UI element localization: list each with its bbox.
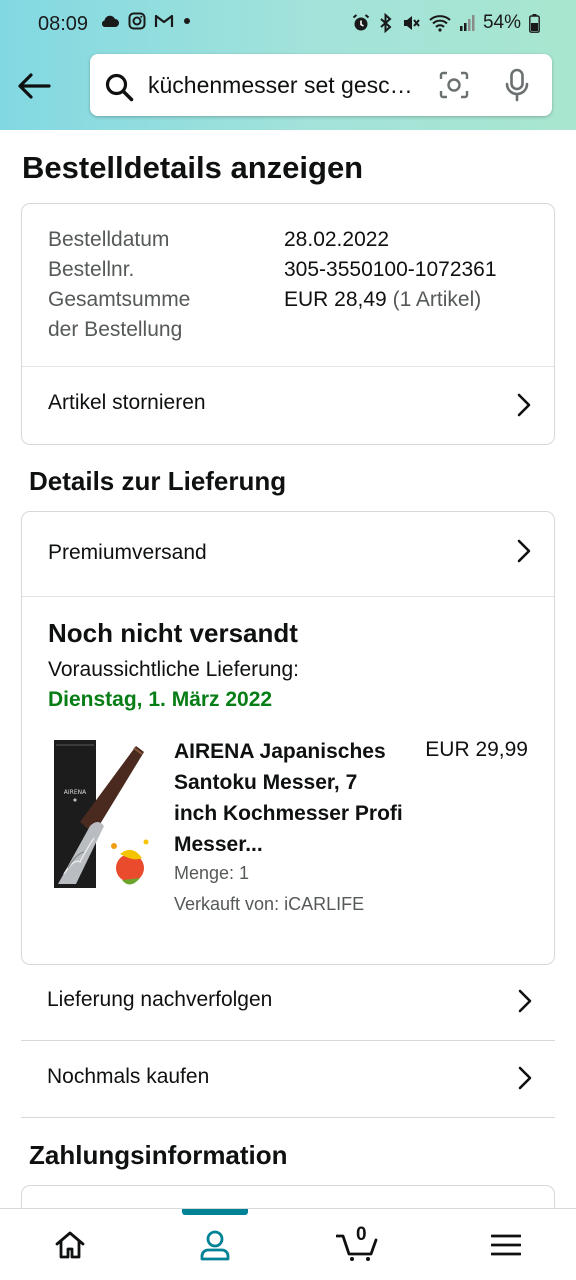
order-number-row: Bestellnr. 305-3550100-1072361 bbox=[48, 255, 497, 285]
order-number-value: 305-3550100-1072361 bbox=[284, 258, 497, 281]
app-header: 08:09 54% küchenmesser set gesc… bbox=[0, 0, 576, 130]
product-image-brand: AIRENA bbox=[64, 789, 87, 796]
bottom-navigation bbox=[0, 1208, 576, 1280]
microphone-icon[interactable] bbox=[504, 68, 530, 102]
chevron-right-icon bbox=[517, 539, 531, 563]
search-bar[interactable]: küchenmesser set gesc… bbox=[90, 54, 552, 116]
system-icons: 54% bbox=[351, 12, 540, 34]
alarm-icon bbox=[352, 14, 370, 31]
order-total-label-line1: Gesamtsumme bbox=[48, 288, 191, 311]
product-title[interactable]: AIRENA Japanisches Santoku Messer, 7 inc… bbox=[174, 736, 406, 860]
cancel-items-link[interactable]: Artikel stornieren bbox=[22, 367, 554, 445]
product-price: EUR 29,99 bbox=[425, 738, 528, 761]
delivery-section-title: Details zur Lieferung bbox=[29, 466, 287, 496]
page-title: Bestelldetails anzeigen bbox=[22, 150, 364, 185]
battery-icon bbox=[529, 13, 540, 33]
nav-home[interactable] bbox=[20, 1209, 120, 1280]
search-input[interactable]: küchenmesser set gesc… bbox=[148, 72, 428, 99]
arrow-left-icon bbox=[18, 73, 51, 99]
product-seller: Verkauft von: iCARLIFE bbox=[174, 894, 365, 914]
home-icon bbox=[55, 1231, 85, 1259]
order-total-value: EUR 28,49 bbox=[284, 288, 387, 311]
buy-again-link[interactable]: Nochmals kaufen bbox=[21, 1041, 555, 1118]
notification-icons bbox=[100, 12, 192, 30]
order-date-label: Bestelldatum bbox=[48, 228, 170, 251]
estimated-delivery-label: Voraussichtliche Lieferung: bbox=[48, 658, 299, 681]
search-icon bbox=[105, 73, 134, 102]
order-summary-card: Bestelldatum 28.02.2022 Bestellnr. 305-3… bbox=[21, 203, 555, 445]
nav-menu[interactable] bbox=[456, 1209, 556, 1280]
chevron-right-icon bbox=[518, 1066, 532, 1090]
hamburger-menu-icon bbox=[491, 1234, 521, 1256]
camera-scan-icon[interactable] bbox=[438, 70, 470, 100]
status-bar: 08:09 54% bbox=[0, 0, 576, 48]
dot-icon bbox=[184, 18, 190, 24]
order-total-label-line2: der Bestellung bbox=[48, 318, 183, 341]
cancel-items-label: Artikel stornieren bbox=[48, 391, 206, 414]
chevron-right-icon bbox=[518, 989, 532, 1013]
order-number-label: Bestellnr. bbox=[48, 258, 135, 281]
mute-icon bbox=[403, 16, 420, 30]
wifi-icon bbox=[429, 15, 451, 32]
order-date-row: Bestelldatum 28.02.2022 bbox=[48, 225, 389, 255]
gmail-icon bbox=[154, 14, 174, 27]
estimated-delivery-date: Dienstag, 1. März 2022 bbox=[48, 688, 273, 711]
status-time: 08:09 bbox=[38, 13, 89, 35]
buy-again-label: Nochmals kaufen bbox=[47, 1065, 210, 1088]
product-quantity: Menge: 1 bbox=[174, 863, 250, 883]
chevron-right-icon bbox=[517, 393, 531, 417]
delivery-card: Premiumversand Noch nicht versandt Vorau… bbox=[21, 511, 555, 965]
shipping-method-label: Premiumversand bbox=[48, 541, 207, 564]
cloud-icon bbox=[101, 15, 119, 27]
signal-icon bbox=[459, 15, 475, 31]
order-total-value-wrap: EUR 28,49 (1 Artikel) bbox=[284, 285, 481, 315]
order-total-items: (1 Artikel) bbox=[392, 288, 482, 311]
bluetooth-icon bbox=[380, 13, 392, 33]
divider bbox=[22, 596, 554, 597]
shipping-method-link[interactable]: Premiumversand bbox=[22, 512, 554, 596]
instagram-icon bbox=[128, 12, 146, 30]
track-package-label: Lieferung nachverfolgen bbox=[47, 988, 273, 1011]
user-icon bbox=[200, 1230, 230, 1261]
product-image[interactable]: AIRENA bbox=[50, 734, 154, 894]
track-package-link[interactable]: Lieferung nachverfolgen bbox=[21, 964, 555, 1041]
back-button[interactable] bbox=[14, 66, 54, 106]
battery-percent: 54% bbox=[482, 12, 521, 33]
cart-count-badge: 0 bbox=[356, 1224, 367, 1245]
shipment-status: Noch nicht versandt bbox=[48, 618, 298, 648]
payment-section-title: Zahlungsinformation bbox=[29, 1140, 288, 1170]
order-total-row: Gesamtsumme der Bestellung EUR 28,49 (1 … bbox=[48, 285, 481, 345]
order-date-value: 28.02.2022 bbox=[284, 228, 390, 251]
nav-account[interactable] bbox=[165, 1209, 265, 1280]
